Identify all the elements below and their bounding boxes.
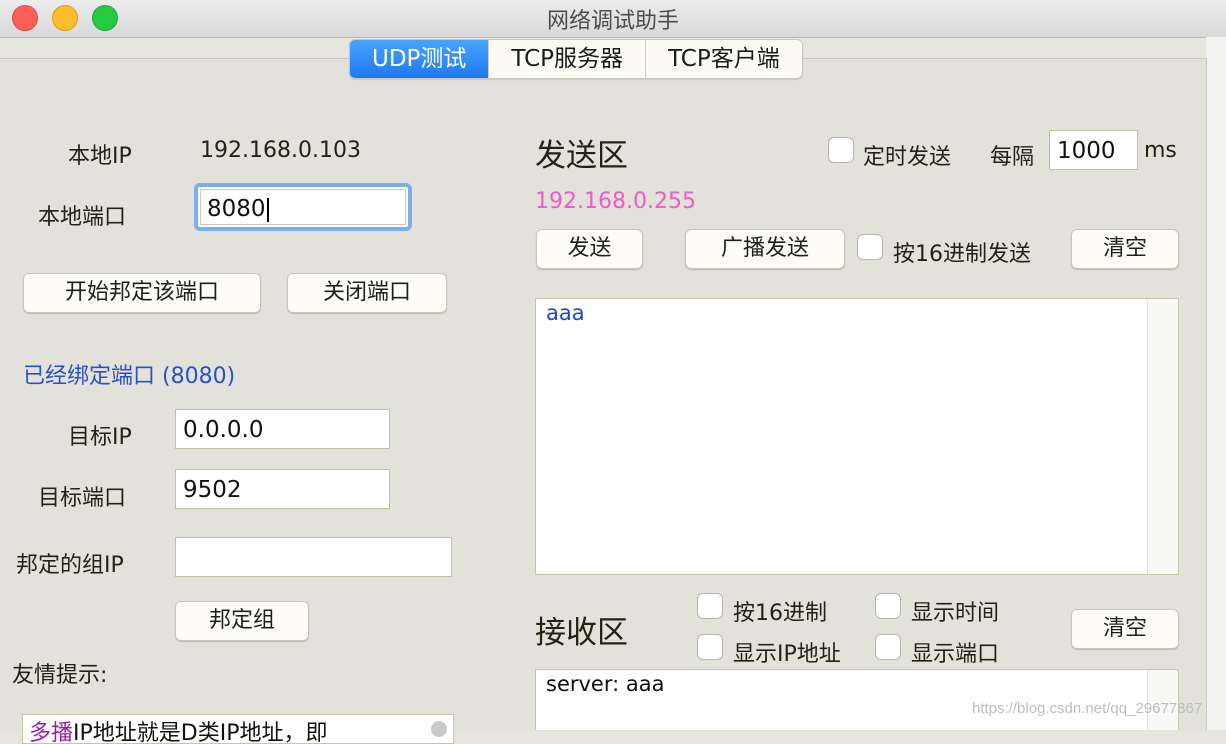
text-caret xyxy=(266,197,269,222)
bind-port-button[interactable]: 开始邦定该端口 xyxy=(23,273,261,313)
tab-tcp-server[interactable]: TCP服务器 xyxy=(489,40,647,78)
local-port-value: 8080 xyxy=(207,196,266,222)
hex-send-checkbox[interactable] xyxy=(857,234,883,260)
bound-port-status: 已经绑定端口 (8080) xyxy=(23,364,236,389)
bind-group-button[interactable]: 邦定组 xyxy=(175,601,309,641)
timer-send-label: 定时发送 xyxy=(863,145,952,170)
local-port-input[interactable]: 8080 xyxy=(194,183,412,231)
tips-text: IP地址就是D类IP地址，即 xyxy=(73,721,328,744)
local-ip-label: 本地IP xyxy=(68,144,132,169)
local-port-label: 本地端口 xyxy=(38,205,127,230)
broadcast-send-button[interactable]: 广播发送 xyxy=(685,229,845,269)
tab-bar: UDP测试 TCP服务器 TCP客户端 xyxy=(349,39,803,79)
recv-area-title: 接收区 xyxy=(535,615,628,651)
show-port-label: 显示端口 xyxy=(911,642,1000,667)
target-port-label: 目标端口 xyxy=(38,486,127,511)
show-ip-checkbox[interactable] xyxy=(697,634,723,660)
window-edge xyxy=(1206,37,1226,730)
tips-highlight: 多播 xyxy=(29,721,74,744)
close-port-button[interactable]: 关闭端口 xyxy=(287,273,447,313)
send-textarea[interactable]: aaa xyxy=(535,298,1179,575)
hex-recv-checkbox[interactable] xyxy=(697,593,723,619)
hex-send-label: 按16进制发送 xyxy=(893,242,1031,267)
show-ip-label: 显示IP地址 xyxy=(733,642,841,667)
group-ip-label: 邦定的组IP xyxy=(16,553,124,578)
timer-send-checkbox[interactable] xyxy=(828,137,854,163)
tab-udp-test[interactable]: UDP测试 xyxy=(350,40,490,78)
watermark: https://blog.csdn.net/qq_29677867 xyxy=(972,700,1203,717)
tab-tcp-client[interactable]: TCP客户端 xyxy=(646,40,802,78)
title-bar: 网络调试助手 xyxy=(0,0,1226,38)
interval-label: 每隔 xyxy=(990,145,1035,170)
window-title: 网络调试助手 xyxy=(546,9,679,34)
tips-textbox[interactable]: 多播IP地址就是D类IP地址，即 xyxy=(22,714,454,744)
interval-unit: ms xyxy=(1144,138,1177,163)
clear-recv-button[interactable]: 清空 xyxy=(1071,609,1179,649)
hex-recv-label: 按16进制 xyxy=(733,601,827,626)
target-port-input[interactable]: 9502 xyxy=(175,469,390,509)
show-port-checkbox[interactable] xyxy=(875,634,901,660)
tips-label: 友情提示: xyxy=(12,663,108,688)
send-area-title: 发送区 xyxy=(535,138,628,174)
send-content: aaa xyxy=(546,301,585,325)
show-time-label: 显示时间 xyxy=(911,601,1000,626)
send-scrollbar[interactable] xyxy=(1147,299,1178,574)
send-button[interactable]: 发送 xyxy=(536,229,643,269)
target-ip-label: 目标IP xyxy=(68,425,132,450)
scroll-indicator-icon[interactable] xyxy=(431,721,447,737)
group-ip-input[interactable] xyxy=(175,537,452,577)
local-ip-value: 192.168.0.103 xyxy=(200,138,361,163)
show-time-checkbox[interactable] xyxy=(875,593,901,619)
broadcast-address: 192.168.0.255 xyxy=(535,189,696,214)
target-ip-input[interactable]: 0.0.0.0 xyxy=(175,409,390,449)
clear-send-button[interactable]: 清空 xyxy=(1071,229,1179,269)
recv-content: server: aaa xyxy=(546,672,665,696)
interval-input[interactable]: 1000 xyxy=(1049,130,1138,170)
